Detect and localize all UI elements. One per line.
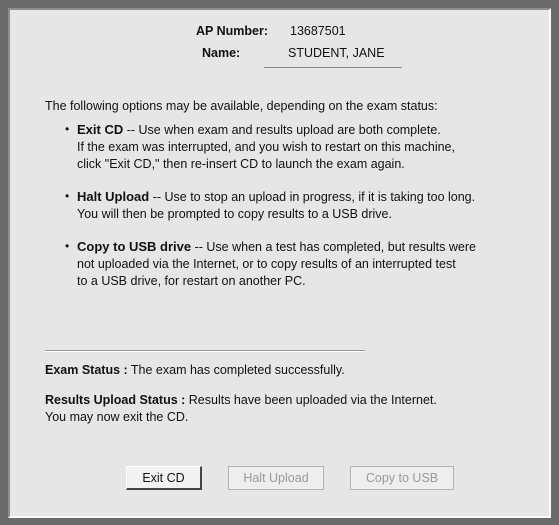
upload-status-text: Results have been uploaded via the Inter… [185,393,437,407]
option-line: You will then be prompted to copy result… [77,207,392,221]
option-line: If the exam was interrupted, and you wis… [77,140,455,154]
option-line: Halt Upload -- Use to stop an upload in … [77,188,555,206]
exam-status: Exam Status : The exam has completed suc… [45,362,545,379]
option-title: Exit CD [77,122,124,137]
upload-status-label: Results Upload Status : [45,393,186,407]
options-list: • Exit CD -- Use when exam and results u… [65,121,555,305]
option-copy-to-usb: • Copy to USB drive -- Use when a test h… [65,238,555,290]
upload-status-text-2: You may now exit the CD. [45,410,189,424]
name-label: Name: [202,46,241,60]
option-text: -- Use to stop an upload in progress, if… [149,190,476,204]
halt-upload-button[interactable]: Halt Upload [228,466,324,490]
exit-cd-button[interactable]: Exit CD [126,466,202,490]
bullet-icon: • [65,239,70,253]
name-value: STUDENT, JANE [288,46,385,60]
name-row: Name: STUDENT, JANE [196,46,416,68]
exam-status-label: Exam Status : [45,363,128,377]
option-title: Halt Upload [77,189,150,204]
upload-status: Results Upload Status : Results have bee… [45,392,545,426]
option-text: -- Use when a test has completed, but re… [191,240,476,254]
option-line: click "Exit CD," then re-insert CD to la… [77,157,405,171]
ap-number-value: 13687501 [290,24,346,38]
copy-to-usb-button[interactable]: Copy to USB [350,466,454,490]
options-intro: The following options may be available, … [45,99,438,113]
option-exit-cd: • Exit CD -- Use when exam and results u… [65,121,555,173]
bullet-icon: • [65,189,70,203]
name-underline [264,67,402,68]
option-title: Copy to USB drive [77,239,192,254]
exam-status-panel: AP Number: 13687501 Name: STUDENT, JANE … [8,8,551,518]
status-divider [45,350,365,352]
ap-number-row: AP Number: 13687501 [196,24,416,46]
option-line: Copy to USB drive -- Use when a test has… [77,238,555,256]
dialog-frame: AP Number: 13687501 Name: STUDENT, JANE … [0,0,559,525]
option-halt-upload: • Halt Upload -- Use to stop an upload i… [65,188,555,223]
option-line: to a USB drive, for restart on another P… [77,274,306,288]
bullet-icon: • [65,122,70,136]
exam-status-text: The exam has completed successfully. [127,363,345,377]
student-identity: AP Number: 13687501 Name: STUDENT, JANE [196,24,416,68]
ap-number-label: AP Number: [196,24,269,38]
option-line: not uploaded via the Internet, or to cop… [77,257,456,271]
option-text: -- Use when exam and results upload are … [123,123,441,137]
option-line: Exit CD -- Use when exam and results upl… [77,121,555,139]
